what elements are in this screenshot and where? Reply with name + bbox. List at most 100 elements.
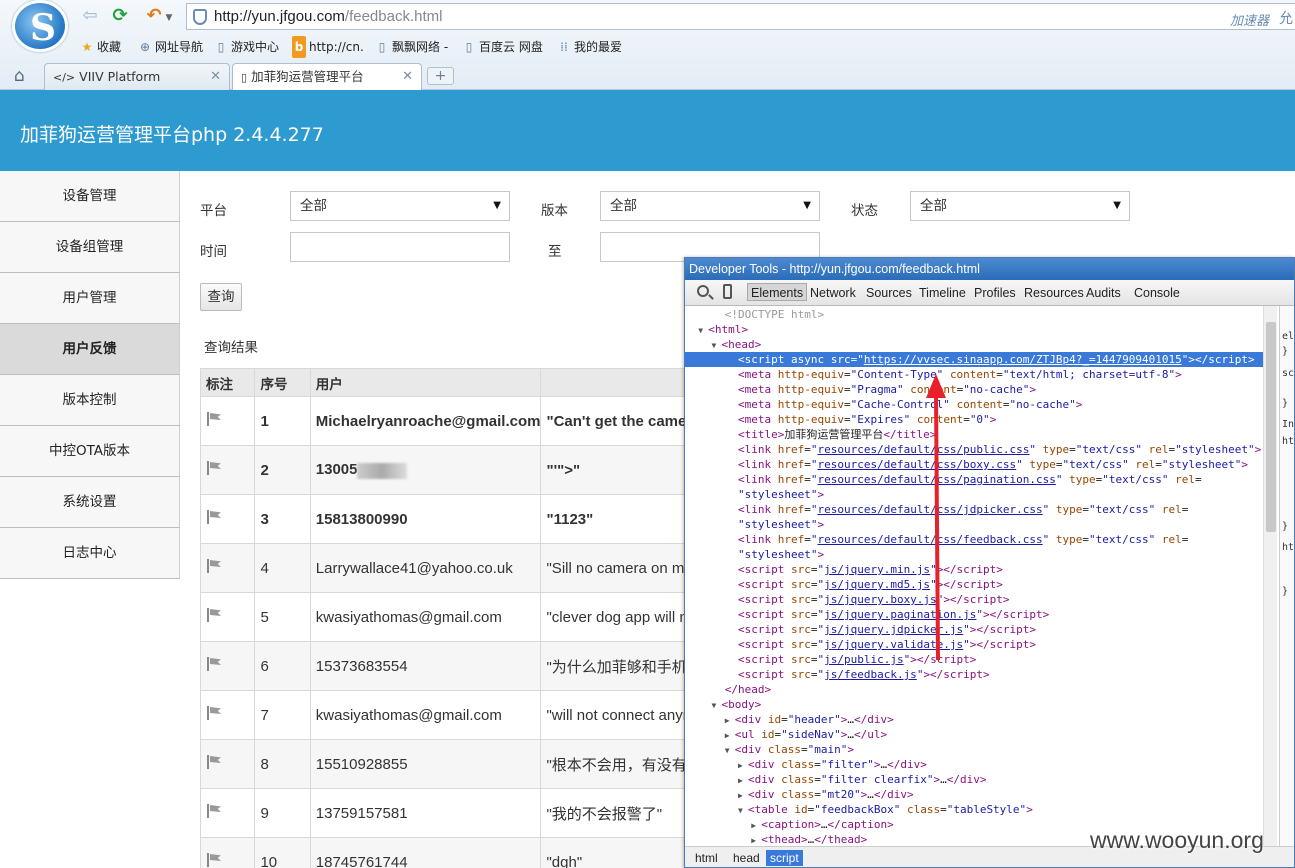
status-select[interactable]: 全部 ▼: [910, 191, 1130, 221]
dom-node[interactable]: <script src="js/jquery.min.js"></script>: [685, 562, 1263, 577]
mark-cell[interactable]: [199, 445, 256, 495]
flag-icon[interactable]: [207, 608, 223, 622]
dom-node[interactable]: ▶ <div class="filter">…</div>: [685, 757, 1263, 772]
dom-node[interactable]: ▶ <ul id="sideNav">…</ul>: [685, 727, 1263, 742]
dom-node[interactable]: <meta http-equiv="Pragma" content="no-ca…: [685, 382, 1263, 397]
sidebar-item-device-management[interactable]: 设备管理: [0, 171, 180, 222]
dom-node[interactable]: "stylesheet">: [685, 547, 1263, 562]
bookmark-games[interactable]: ▯ 游戏中心: [214, 36, 279, 58]
dom-node-doctype[interactable]: <!DOCTYPE html>: [685, 307, 1263, 322]
mark-cell[interactable]: [199, 739, 256, 789]
tab-elements[interactable]: Elements: [747, 283, 808, 301]
close-icon[interactable]: ✕: [210, 64, 221, 89]
start-time-input[interactable]: [290, 232, 510, 262]
close-icon[interactable]: ✕: [402, 64, 413, 89]
flag-icon[interactable]: [207, 853, 223, 867]
elements-scrollbar[interactable]: [1263, 306, 1277, 854]
dom-node[interactable]: <meta http-equiv="Cache-Control" content…: [685, 397, 1263, 412]
crumb-script[interactable]: script: [766, 850, 803, 866]
dom-node[interactable]: <link href="resources/default/css/pagina…: [685, 472, 1263, 487]
bookmark-favorites[interactable]: ★ 收藏: [80, 36, 121, 58]
sidebar-item-user-management[interactable]: 用户管理: [0, 273, 180, 324]
dom-node[interactable]: <script src="js/jquery.pagination.js"></…: [685, 607, 1263, 622]
dom-node[interactable]: <script src="js/feedback.js"></script>: [685, 667, 1263, 682]
dom-node[interactable]: <script src="js/jquery.jdpicker.js"></sc…: [685, 622, 1263, 637]
new-tab-button[interactable]: +: [427, 67, 454, 85]
bookmark-nav[interactable]: ⊕ 网址导航: [138, 36, 203, 58]
mark-cell[interactable]: [199, 690, 256, 740]
tab-resources[interactable]: Resources: [1021, 284, 1087, 302]
mark-cell[interactable]: [199, 494, 256, 544]
mark-cell[interactable]: [199, 396, 256, 446]
home-icon[interactable]: ⌂: [14, 66, 25, 86]
tab-viiv-platform[interactable]: </> VIIV Platform ✕: [44, 63, 230, 90]
table-row[interactable]: 7 kwasiyathomas@gmail.com "will not connec…: [199, 690, 720, 740]
accelerator-button[interactable]: 加速器: [1230, 10, 1269, 29]
dom-node[interactable]: <link href="resources/default/css/public…: [685, 442, 1263, 457]
dom-node[interactable]: "stylesheet">: [685, 487, 1263, 502]
table-row[interactable]: 8 15510928855 "根本不会用，有没有遥控: [199, 739, 720, 789]
sogou-browser-logo-icon[interactable]: S: [12, 0, 68, 52]
tab-console[interactable]: Console: [1131, 284, 1183, 302]
dom-node[interactable]: <script src="js/public.js"></script>: [685, 652, 1263, 667]
table-row[interactable]: 3 15813800990 "1123": [199, 494, 720, 544]
security-shield-icon[interactable]: [193, 9, 207, 25]
dom-node[interactable]: <script src="js/jquery.boxy.js"></script…: [685, 592, 1263, 607]
dom-node[interactable]: ▶ <div class="filter clearfix">…</div>: [685, 772, 1263, 787]
flag-icon[interactable]: [207, 706, 223, 720]
table-row[interactable]: 10 18745761744 "dgh": [199, 837, 720, 868]
table-row[interactable]: 9 13759157581 "我的不会报警了": [199, 788, 720, 838]
flag-icon[interactable]: [207, 510, 223, 524]
sidebar-item-device-group[interactable]: 设备组管理: [0, 222, 180, 273]
mark-cell[interactable]: [199, 641, 256, 691]
dom-node[interactable]: ▼ <table id="feedbackBox" class="tableSty…: [685, 802, 1263, 817]
table-row[interactable]: 5 kwasiyathomas@gmail.com "clever dog app …: [199, 592, 720, 642]
sidebar-item-version-control[interactable]: 版本控制: [0, 375, 180, 426]
undo-dropdown-icon[interactable]: ▼: [164, 6, 174, 30]
dom-node[interactable]: </head>: [685, 682, 1263, 697]
dom-node[interactable]: ▶ <div id="header">…</div>: [685, 712, 1263, 727]
dom-node[interactable]: <link href="resources/default/css/jdpick…: [685, 502, 1263, 517]
dom-node[interactable]: <link href="resources/default/css/feedba…: [685, 532, 1263, 547]
dom-node[interactable]: <link href="resources/default/css/boxy.c…: [685, 457, 1263, 472]
dom-node-head[interactable]: ▼ <head>: [685, 337, 1263, 352]
device-mode-icon[interactable]: [723, 284, 732, 299]
scroll-thumb[interactable]: [1266, 322, 1276, 532]
tab-sources[interactable]: Sources: [863, 284, 915, 302]
address-extra-label[interactable]: 允: [1279, 8, 1293, 28]
dom-node-html[interactable]: ▼ <html>: [685, 322, 1263, 337]
mark-cell[interactable]: [199, 788, 256, 838]
tab-profiles[interactable]: Profiles: [971, 284, 1019, 302]
flag-icon[interactable]: [207, 461, 223, 475]
bookmark-piaopiao[interactable]: ▯ 飘飘网络 -: [375, 36, 448, 58]
table-row[interactable]: 6 15373683554 "为什么加菲够和手机通讯: [199, 641, 720, 691]
flag-icon[interactable]: [207, 804, 223, 818]
dom-node[interactable]: "stylesheet">: [685, 517, 1263, 532]
refresh-button[interactable]: ⟳: [108, 4, 132, 28]
bookmark-my-favorites[interactable]: ⁞⁞ 我的最爱: [557, 36, 622, 58]
table-row[interactable]: 1 Michaelryanroache@gmail.com "Can't get t…: [199, 396, 720, 446]
tab-timeline[interactable]: Timeline: [916, 284, 969, 302]
back-button[interactable]: ⇦: [78, 4, 102, 28]
platform-select[interactable]: 全部 ▼: [290, 191, 510, 221]
flag-icon[interactable]: [207, 755, 223, 769]
tab-audits[interactable]: Audits: [1083, 284, 1124, 302]
tab-jiafeigou-platform[interactable]: ▯ 加菲狗运营管理平台 ✕: [232, 63, 422, 91]
crumb-html[interactable]: html: [691, 850, 722, 866]
table-row[interactable]: 2 13005 "'">": [199, 445, 720, 495]
flag-icon[interactable]: [207, 559, 223, 573]
dom-node[interactable]: <title>加菲狗运营管理平台</title>: [685, 427, 1263, 442]
dom-node[interactable]: ▼ <div class="main">: [685, 742, 1263, 757]
dom-node[interactable]: <script src="js/jquery.md5.js"></script>: [685, 577, 1263, 592]
crumb-head[interactable]: head: [729, 850, 764, 866]
table-row[interactable]: 4 Larrywallace41@yahoo.co.uk "Sill no came…: [199, 543, 720, 593]
dom-node-injected-script[interactable]: <script async src="https://vvsec.sinaapp…: [685, 352, 1263, 367]
sidebar-item-ota-version[interactable]: 中控OTA版本: [0, 426, 180, 477]
address-url[interactable]: http://yun.jfgou.com/feedback.html: [214, 8, 442, 25]
address-bar[interactable]: http://yun.jfgou.com/feedback.html 加速器 允: [186, 3, 1295, 30]
tab-network[interactable]: Network: [807, 284, 859, 302]
sidebar-item-system-settings[interactable]: 系统设置: [0, 477, 180, 528]
mark-cell[interactable]: [199, 837, 256, 868]
sidebar-item-log-center[interactable]: 日志中心: [0, 528, 180, 579]
bookmark-baidu-pan[interactable]: ▯ 百度云 网盘: [462, 36, 543, 58]
